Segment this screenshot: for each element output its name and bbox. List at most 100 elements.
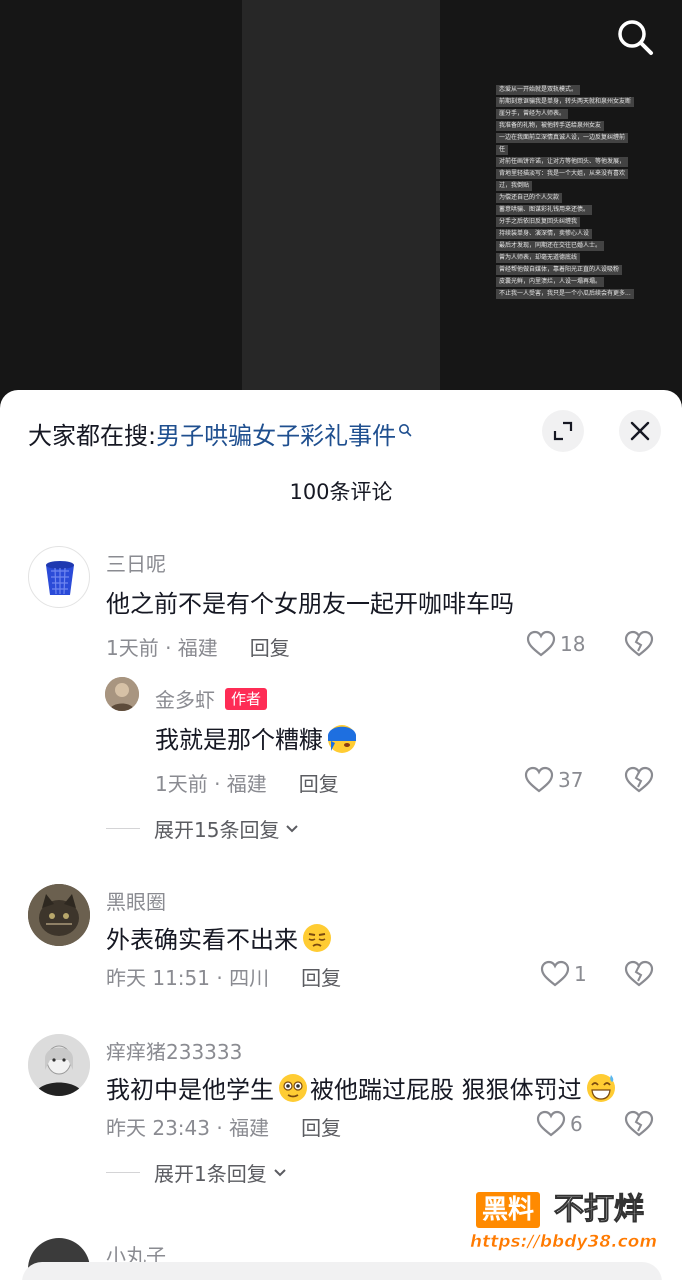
overlay-text-line: 分手之后依旧反复回头纠缠我 (496, 217, 581, 227)
fullscreen-button[interactable] (542, 410, 584, 452)
person-avatar-image (105, 677, 139, 711)
author-badge: 作者 (225, 687, 268, 710)
watermark-badge: 黑料 (476, 1192, 541, 1228)
overlay-text-line: 持续装单身、演深情，卖惨心人设 (496, 229, 593, 239)
like-count: 1 (574, 962, 587, 986)
comment-text-content: 外表确实看不出来 (106, 926, 298, 954)
like-button[interactable]: 1 (540, 960, 587, 988)
video-player[interactable]: 恋爱从一开始就是双轨模式。前期刻意诓骗我是单身，转头两天就和泉州女友断 崖分手，曾… (0, 0, 682, 400)
hot-search-bar[interactable]: 大家都在搜: 男子哄骗女子彩礼事件 (28, 416, 412, 451)
person-avatar-image (28, 1034, 90, 1096)
comment-text-continued: 被他踹过屁股 狠狠体罚过 (310, 1076, 582, 1104)
reply-button[interactable]: 回复 (301, 962, 341, 991)
comment-text: 外表确实看不出来 (106, 920, 334, 955)
reply-text-content: 我就是那个糟糠 (155, 726, 323, 754)
close-button[interactable] (619, 410, 661, 452)
video-frame: 恋爱从一开始就是双轨模式。前期刻意诓骗我是单身，转头两天就和泉州女友断 崖分手，曾… (242, 0, 635, 400)
watermark-text: 不打烊 (554, 1192, 645, 1228)
heart-icon (524, 766, 554, 793)
avatar[interactable] (28, 546, 90, 608)
comment-count: 100条评论 (289, 480, 393, 504)
reply-button[interactable]: 回复 (250, 632, 290, 661)
flushed-face-emoji-icon (279, 1073, 307, 1102)
reply-button[interactable]: 回复 (299, 768, 339, 797)
comment-time-location: 昨天 11:51 · 四川 (106, 966, 270, 990)
overlay-text-line: 皮囊光鲜，内里溃烂，人设一塌再塌。 (496, 277, 605, 287)
comment-text: 我初中是他学生 被他踹过屁股 狠狠体罚过 (106, 1070, 618, 1105)
comment-username[interactable]: 黑眼圈 (106, 886, 166, 915)
video-text-overlay: 恋爱从一开始就是双轨模式。前期刻意诓骗我是单身，转头两天就和泉州女友断 崖分手，曾… (496, 85, 672, 301)
reply-button[interactable]: 回复 (301, 1112, 341, 1141)
overlay-text-line: 恋爱从一开始就是双轨模式。 (496, 85, 581, 95)
search-button[interactable] (614, 16, 656, 58)
overlay-text-line: 不止我一人受害，我只是一个小瓜后续会有更多... (496, 289, 634, 299)
broken-heart-icon (624, 1110, 654, 1137)
comment-meta: 1天前 · 福建 回复 (106, 632, 290, 661)
page: 恋爱从一开始就是双轨模式。前期刻意诓骗我是单身，转头两天就和泉州女友断 崖分手，曾… (0, 0, 682, 1280)
comment-input-bar[interactable] (22, 1262, 662, 1280)
reply-dislike-button[interactable] (624, 766, 654, 798)
hot-search-prefix: 大家都在搜: (28, 422, 157, 450)
heart-icon (526, 630, 556, 657)
expand-icon (553, 421, 573, 441)
comment-meta: 昨天 23:43 · 福建 回复 (106, 1112, 341, 1141)
divider-line (106, 828, 140, 829)
like-button[interactable]: 6 (536, 1110, 583, 1138)
comment-time-location: 1天前 · 福建 (106, 636, 218, 660)
broken-heart-icon (624, 766, 654, 793)
reply-username[interactable]: 金多虾 (155, 684, 215, 713)
overlay-text-line: 对前任画饼许诺，让对方等他回头、等他发展， (496, 157, 629, 167)
chevron-down-icon (274, 1168, 286, 1176)
reply-like-button[interactable]: 37 (524, 766, 583, 794)
overlay-text-line: 背地里轻描淡写：我是一个大姐，从来没有喜欢 (496, 169, 629, 179)
overlay-text-line: 我准备的礼物，被他转手送给泉州女友 (496, 121, 605, 131)
smug-face-emoji-icon (303, 923, 331, 952)
overlay-text-line: 为偿还自己的个人欠款 (496, 193, 563, 203)
watermark-url: https://bbdy38.com (470, 1232, 658, 1253)
overlay-text-line: 一边在我面前立深情真诚人设，一边反复纠缠前 (496, 133, 629, 143)
comment-username[interactable]: 痒痒猪233333 (106, 1036, 242, 1065)
overlay-text-line: 曾经帮他做自媒体，靠着阳光正直的人设吸粉 (496, 265, 623, 275)
overlay-text-line: 任 (496, 145, 509, 155)
hot-search-keyword[interactable]: 男子哄骗女子彩礼事件 (156, 416, 396, 451)
grinning-sweat-emoji-icon (586, 1073, 615, 1102)
like-count: 18 (560, 632, 586, 656)
reply-user: 金多虾 作者 (155, 684, 268, 713)
like-count: 37 (558, 768, 584, 792)
comment-text-content: 我初中是他学生 (106, 1076, 274, 1104)
dislike-button[interactable] (624, 960, 654, 992)
chevron-down-icon (286, 824, 299, 832)
overlay-text-line: 崖分手，曾经为人师表。 (496, 109, 569, 119)
comment-meta: 昨天 11:51 · 四川 回复 (106, 962, 341, 991)
expand-replies-label: 展开15条回复 (154, 818, 280, 842)
wastebasket-avatar-image (46, 561, 74, 595)
cat-avatar-image (28, 884, 90, 946)
overlay-text-line: 蓄意哄骗、图谋彩礼钱用来还债。 (496, 205, 593, 215)
reply-avatar[interactable] (105, 677, 139, 711)
expand-replies-button[interactable]: 展开1条回复 (106, 1158, 289, 1187)
overlay-text-line: 过，我倒贴 (496, 181, 533, 191)
overlay-text-line: 最后才发现，同期还在交往已婚人士。 (496, 241, 605, 251)
broken-heart-icon (624, 630, 654, 657)
watermark-logo: 黑料 不打烊 https://bbdy38.com (470, 1190, 682, 1260)
dislike-button[interactable] (624, 1110, 654, 1142)
overlay-text-line: 曾为人师表，却毫无道德底线 (496, 253, 581, 263)
search-icon (618, 20, 653, 55)
avatar[interactable] (28, 884, 90, 946)
like-count: 6 (570, 1112, 583, 1136)
overlay-text-line: 前期刻意诓骗我是单身，转头两天就和泉州女友断 (496, 97, 635, 107)
reply-text: 我就是那个糟糠 (155, 720, 359, 755)
avatar[interactable] (28, 1034, 90, 1096)
dislike-button[interactable] (624, 630, 654, 662)
reply-time-location: 1天前 · 福建 (155, 772, 267, 796)
comment-time-location: 昨天 23:43 · 福建 (106, 1116, 270, 1140)
comment-sheet: 大家都在搜: 男子哄骗女子彩礼事件 100条评论 三日呢 他之前不是有个女朋友一… (0, 390, 682, 1280)
expand-replies-button[interactable]: 展开15条回复 (106, 814, 301, 843)
comment-username[interactable]: 三日呢 (106, 548, 166, 577)
crying-emoji-icon (328, 724, 356, 753)
close-icon (630, 421, 650, 441)
heart-icon (540, 960, 570, 987)
reply-meta: 1天前 · 福建 回复 (155, 768, 339, 797)
like-button[interactable]: 18 (526, 630, 585, 658)
divider-line (106, 1172, 140, 1173)
